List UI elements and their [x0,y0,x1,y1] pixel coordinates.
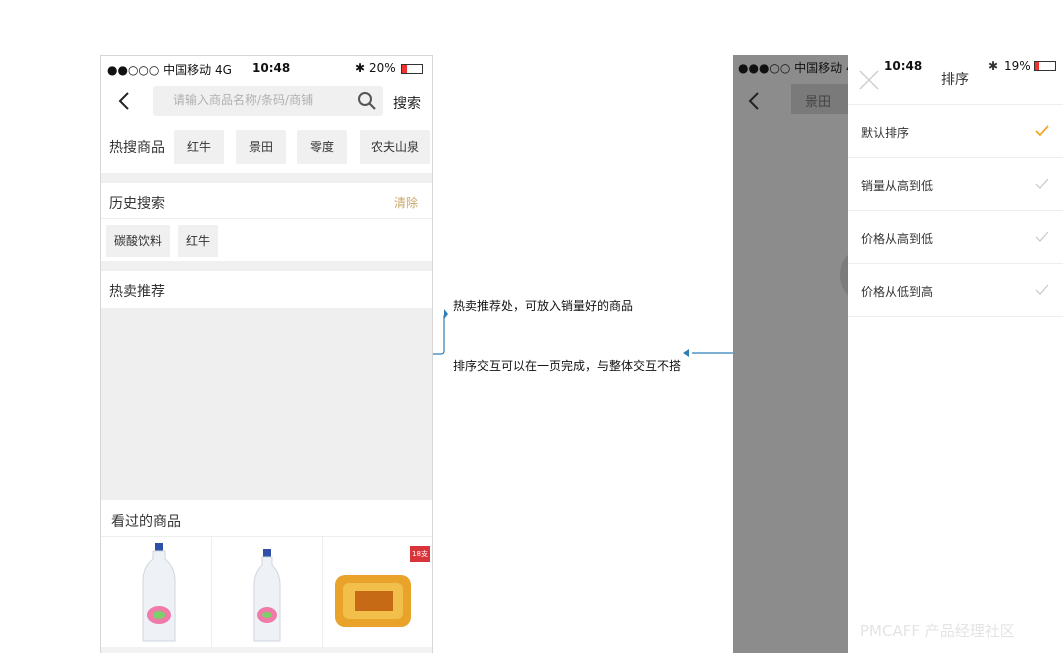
carrier-label: ●●○○○ 中国移动 4G [107,63,232,77]
battery-percent: 20% [369,61,396,75]
checkmark-icon [1035,178,1049,189]
sort-screen: ●●●○○ 中国移动 4G 景田 10:48 排序 ✱ 19% 默认排序 销量从… [733,55,1063,653]
soda-bottle-image [253,549,281,642]
search-input[interactable] [173,93,348,107]
viewed-products: 18支 [101,537,432,647]
sort-option-label: 销量从高到低 [861,179,934,193]
history-header: 历史搜索 清除 [101,183,432,219]
bluetooth-icon: ✱ [988,59,999,73]
carrier-label: ●●●○○ 中国移动 4G [738,61,863,75]
hot-tag[interactable]: 零度 [297,130,347,164]
checkmark-icon [1035,125,1049,137]
hot-recommend-header: 热卖推荐 [101,271,432,308]
viewed-header: 看过的商品 [101,500,432,537]
back-arrow-icon[interactable] [115,91,135,111]
sort-panel-header: 10:48 排序 ✱ 19% [848,55,1063,105]
hot-tag[interactable]: 红牛 [174,130,224,164]
hot-tag[interactable]: 景田 [236,130,286,164]
clock: 10:48 [884,59,923,73]
battery-icon [1034,61,1056,71]
sort-option-label: 价格从高到低 [861,232,934,246]
hot-search-section: 热搜商品 红牛 景田 零度 农夫山泉 [101,121,432,173]
battery-icon [401,64,423,74]
hot-tag[interactable]: 农夫山泉 [360,130,430,164]
viewed-title: 看过的商品 [111,514,181,530]
sort-option-price-desc[interactable]: 价格从高到低 [848,211,1063,264]
close-icon[interactable] [858,69,880,91]
divider [101,261,432,271]
product-card[interactable] [101,537,212,647]
hot-search-title: 热搜商品 [109,140,165,156]
search-screen: ●●○○○ 中国移动 4G 10:48 ✱ 20% 搜索 热搜商品 红牛 景田 … [100,55,433,653]
clear-history-button[interactable]: 清除 [394,194,418,211]
annotation-sort: 排序交互可以在一页完成，与整体交互不搭 [453,359,682,373]
search-button[interactable]: 搜索 [393,93,421,113]
sort-option-label: 价格从低到高 [861,285,934,299]
history-title: 历史搜索 [109,196,165,212]
bluetooth-icon: ✱ [355,61,366,75]
count-badge: 18支 [412,550,428,558]
watermark: PMCAFF 产品经理社区 [860,622,1015,640]
search-field-dimmed: 景田 [791,84,848,114]
history-tags: 碳酸饮料 红牛 [101,219,432,261]
history-tag[interactable]: 红牛 [178,225,218,257]
checkmark-icon [1035,284,1049,295]
battery-percent: 19% [1004,59,1031,73]
divider [101,173,432,183]
sort-panel: 10:48 排序 ✱ 19% 默认排序 销量从高到低 价格从高到低 价格从低到高… [848,55,1063,653]
sort-option-default[interactable]: 默认排序 [848,105,1063,158]
status-bar: ●●○○○ 中国移动 4G 10:48 ✱ 20% [101,56,432,81]
sort-option-label: 默认排序 [861,126,910,140]
product-card[interactable]: 18支 [323,537,432,647]
checkmark-icon [1035,231,1049,242]
dimmed-tag: 景田 [805,95,832,110]
soda-bottle-image [142,543,176,642]
history-tag[interactable]: 碳酸饮料 [106,225,170,257]
search-bar: 搜索 [101,81,432,121]
search-field[interactable] [153,86,383,116]
annotation-hot-recommend: 热卖推荐处，可放入销量好的商品 [453,299,634,313]
product-card[interactable] [212,537,323,647]
sort-option-price-asc[interactable]: 价格从低到高 [848,264,1063,317]
sort-option-sales-desc[interactable]: 销量从高到低 [848,158,1063,211]
sort-title: 排序 [941,72,969,88]
hot-recommend-title: 热卖推荐 [109,284,165,300]
clock: 10:48 [252,61,291,75]
hot-recommend-area [101,308,432,500]
search-icon[interactable] [357,91,377,111]
back-arrow-icon [748,92,759,110]
